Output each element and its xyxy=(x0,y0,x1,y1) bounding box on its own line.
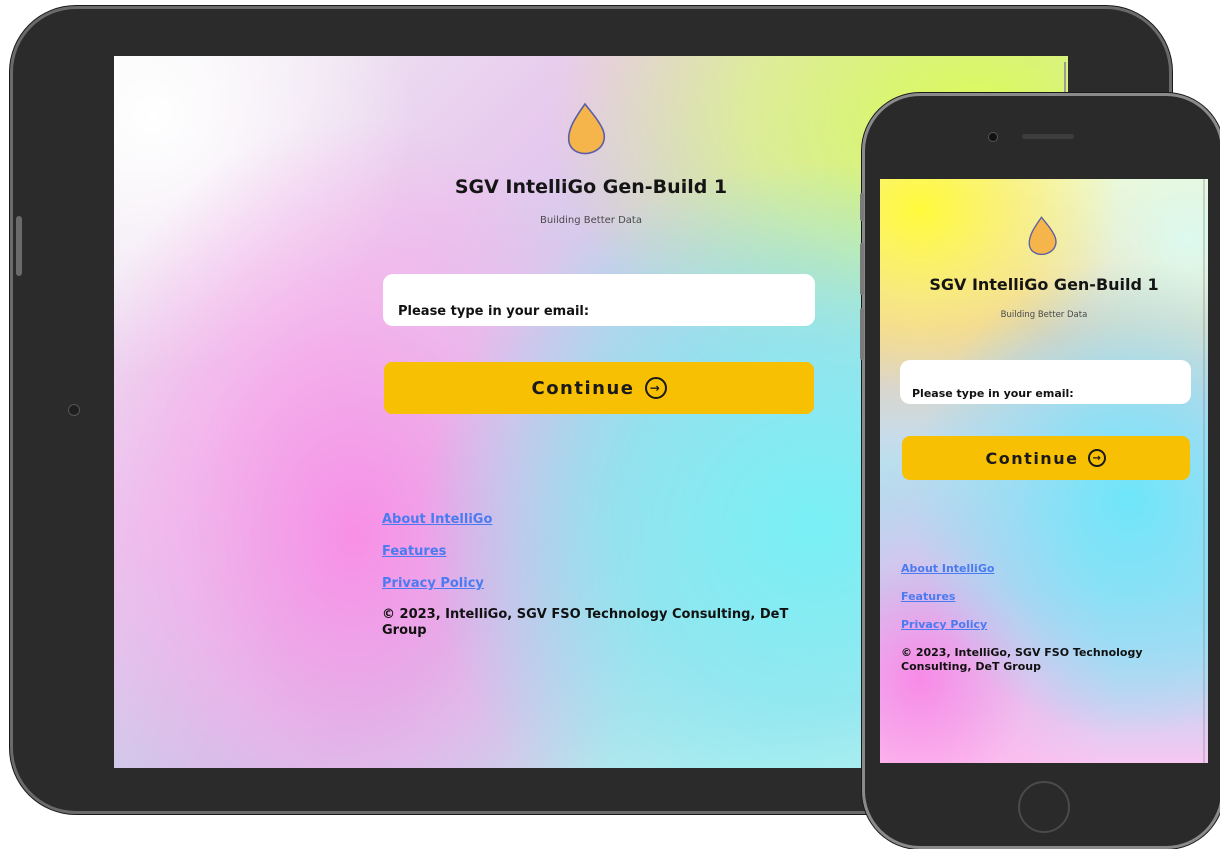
phone-screen: SGV IntelliGo Gen-Build 1 Building Bette… xyxy=(880,179,1208,763)
email-field[interactable] xyxy=(912,387,1191,400)
page-subtitle: Building Better Data xyxy=(1000,310,1088,320)
copyright-text: © 2023, IntelliGo, SGV FSO Technology Co… xyxy=(901,646,1143,673)
continue-button[interactable]: Continue → xyxy=(902,436,1190,480)
phone-home-button[interactable] xyxy=(1018,781,1070,833)
footer-links: About IntelliGo Features Privacy Policy … xyxy=(382,511,822,639)
about-link[interactable]: About IntelliGo xyxy=(901,562,1191,590)
arrow-right-circle-icon: → xyxy=(1088,449,1107,467)
copyright-text: © 2023, IntelliGo, SGV FSO Technology Co… xyxy=(382,607,789,638)
page-title: SGV IntelliGo Gen-Build 1 xyxy=(929,275,1159,294)
features-link[interactable]: Features xyxy=(382,543,822,575)
continue-button-label: Continue xyxy=(985,448,1079,468)
screen-edge-marker xyxy=(1203,179,1205,763)
features-link[interactable]: Features xyxy=(901,590,1191,618)
phone-camera xyxy=(988,132,998,142)
email-field-container[interactable] xyxy=(383,274,815,326)
arrow-right-circle-icon: → xyxy=(644,377,667,399)
phone-volume-down-button xyxy=(860,308,864,360)
privacy-policy-link[interactable]: Privacy Policy xyxy=(901,618,1191,646)
phone-mute-switch xyxy=(860,193,864,221)
tablet-camera xyxy=(68,404,80,416)
phone-speaker xyxy=(1022,134,1074,139)
phone-device-frame: SGV IntelliGo Gen-Build 1 Building Bette… xyxy=(860,93,1220,849)
about-link[interactable]: About IntelliGo xyxy=(382,511,822,543)
continue-button[interactable]: Continue → xyxy=(384,362,814,414)
droplet-logo-icon xyxy=(1025,214,1061,258)
footer-links: About IntelliGo Features Privacy Policy … xyxy=(901,562,1191,674)
droplet-logo-icon xyxy=(563,100,611,158)
continue-button-label: Continue xyxy=(531,377,635,399)
phone-volume-up-button xyxy=(860,243,864,295)
email-field[interactable] xyxy=(398,304,815,319)
tablet-side-button xyxy=(16,216,22,276)
privacy-policy-link[interactable]: Privacy Policy xyxy=(382,575,822,607)
email-field-container[interactable] xyxy=(900,360,1191,404)
